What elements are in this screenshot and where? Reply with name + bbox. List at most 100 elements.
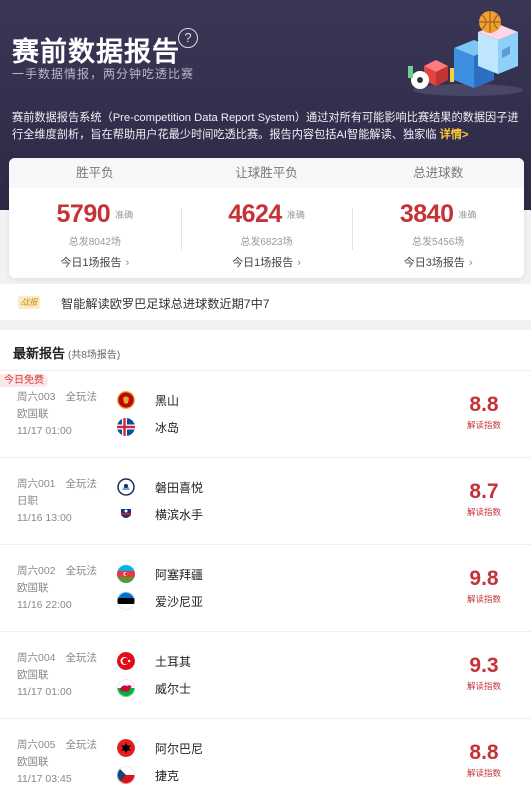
league-name: 欧国联 [17,582,49,594]
section-title: 最新报告 (共8场报告) [13,343,120,362]
home-team: 黑山 [117,391,179,409]
chevron-right-icon: › [468,257,473,269]
report-count: (共8场报告) [68,350,121,361]
score-label: 解读指数 [466,420,501,430]
match-code: 周六001 [17,478,56,490]
estonia-flag-icon [117,592,135,610]
match-time: 11/17 03:45 [17,773,72,785]
score-value: 9.3 [469,654,499,677]
interpretation-score: 9.3 解读指数 [466,654,502,692]
away-team: 爱沙尼亚 [117,592,203,610]
score-value: 8.8 [469,741,499,764]
stats-card: 胜平负 让球胜平负 总进球数 5790 准确 总发8042场 今日1场报告 › 46… [9,158,524,278]
czech-flag-icon [117,766,135,784]
match-meta: 周六003 全玩法 欧国联 11/17 01:00 [17,389,97,440]
stat-total: 总发5456场 [412,237,465,248]
home-team: 阿塞拜疆 [117,565,203,583]
away-team: 捷克 [117,766,179,784]
today-report-label: 今日1场报告 [60,257,122,269]
stats-header-win-draw-loss: 胜平负 [76,166,114,180]
details-link[interactable]: 详情> [440,129,469,141]
azerbaijan-flag-icon [117,565,135,583]
team-name: 横滨水手 [155,507,204,522]
match-row[interactable]: 周六002 全玩法 欧国联 11/16 22:00 阿塞拜疆 爱沙尼亚 9.8 解… [0,544,531,631]
news-text: 智能解读欧罗巴足球总进球数近期7中7 [61,297,270,311]
match-code: 周六005 [17,739,56,751]
montenegro-flag-icon [117,391,135,409]
albania-flag-icon [117,739,135,757]
score-label: 解读指数 [466,507,501,517]
league-name: 欧国联 [17,756,49,768]
league-name: 欧国联 [17,669,49,681]
wales-flag-icon [117,679,135,697]
score-label: 解读指数 [466,594,501,604]
score-label: 解读指数 [466,681,501,691]
score-label: 解读指数 [466,768,501,778]
team-name: 磐田喜悦 [155,480,204,495]
team-name: 阿塞拜疆 [155,567,204,582]
news-ticker[interactable]: 战报 智能解读欧罗巴足球总进球数近期7中7 [0,284,531,320]
stats-header: 胜平负 让球胜平负 总进球数 [9,158,524,188]
latest-reports-section: 最新报告 (共8场报告) 今日免费 周六003 全玩法 欧国联 11/17 01:0… [0,330,531,812]
interpretation-score: 8.8 解读指数 [466,393,502,431]
yokohama-marinos-badge-icon [117,505,135,523]
match-row[interactable]: 周六005 全玩法 欧国联 11/17 03:45 阿尔巴尼 捷克 8.8 解读指… [0,718,531,805]
league-name: 日职 [17,495,38,507]
help-icon[interactable]: ? [178,28,198,48]
iceland-flag-icon [117,418,135,436]
away-team: 威尔士 [117,679,191,697]
score-value: 9.8 [469,567,499,590]
interpretation-score: 9.8 解读指数 [466,567,502,605]
stat-column-win-draw-loss: 5790 准确 总发8042场 今日1场报告 › [9,188,181,278]
stat-total: 总发8042场 [68,237,121,248]
match-meta: 周六004 全玩法 欧国联 11/17 01:00 [17,650,97,701]
stat-value: 5790 [56,200,111,228]
match-row[interactable]: 周六004 全玩法 欧国联 11/17 01:00 土耳其 威尔士 9.3 解读指… [0,631,531,718]
stat-column-total-goals: 3840 准确 总发5456场 今日3场报告 › [352,188,524,278]
match-row[interactable]: 今日免费 周六003 全玩法 欧国联 11/17 01:00 黑山 冰岛 8.8 … [0,370,531,457]
match-row[interactable]: 周六001 全玩法 日职 11/16 13:00 磐田喜悦 横滨水手 8.7 解读… [0,457,531,544]
stats-header-total-goals: 总进球数 [413,166,464,180]
today-report-link[interactable]: 今日1场报告 › [181,254,353,270]
play-type: 全玩法 [65,391,98,403]
news-badge: 战报 [18,296,40,309]
match-time: 11/16 22:00 [17,599,72,611]
chevron-right-icon: › [125,257,130,269]
away-team: 横滨水手 [117,505,203,523]
play-type: 全玩法 [65,478,98,490]
today-report-label: 今日3场报告 [403,257,465,269]
stat-column-handicap: 4624 准确 总发6823场 今日1场报告 › [180,188,353,278]
stat-value: 3840 [399,200,454,228]
stat-unit: 准确 [458,210,477,220]
stat-total: 总发6823场 [240,237,293,248]
today-report-link[interactable]: 今日1场报告 › [9,254,181,270]
match-code: 周六004 [17,652,56,664]
stat-unit: 准确 [115,210,134,220]
league-name: 欧国联 [17,408,49,420]
score-value: 8.7 [469,480,499,503]
match-meta: 周六001 全玩法 日职 11/16 13:00 [17,476,97,527]
match-code: 周六002 [17,565,56,577]
play-type: 全玩法 [65,739,98,751]
hero-description: 赛前数据报告系统（Pre-competition Data Report Sys… [12,110,524,144]
play-type: 全玩法 [65,652,98,664]
match-meta: 周六005 全玩法 欧国联 11/17 03:45 [17,737,97,788]
team-name: 爱沙尼亚 [155,594,204,609]
play-type: 全玩法 [65,565,98,577]
today-report-link[interactable]: 今日3场报告 › [352,254,524,270]
interpretation-score: 8.7 解读指数 [466,480,502,518]
stat-value: 4624 [228,200,282,228]
jubilo-iwata-badge-icon [117,478,135,496]
match-time: 11/17 01:00 [17,686,72,698]
today-report-label: 今日1场报告 [232,257,294,269]
page-subtitle: 一手数据情报，两分钟吃透比赛 [12,67,195,81]
team-name: 阿尔巴尼 [155,741,204,756]
match-code: 周六003 [17,391,56,403]
team-name: 威尔士 [155,681,192,696]
stats-header-handicap: 让球胜平负 [235,166,298,180]
data-blocks-illustration-icon [408,11,523,96]
stat-unit: 准确 [286,210,305,220]
score-value: 8.8 [469,393,499,416]
chevron-right-icon: › [297,257,301,269]
away-team: 冰岛 [117,418,179,436]
